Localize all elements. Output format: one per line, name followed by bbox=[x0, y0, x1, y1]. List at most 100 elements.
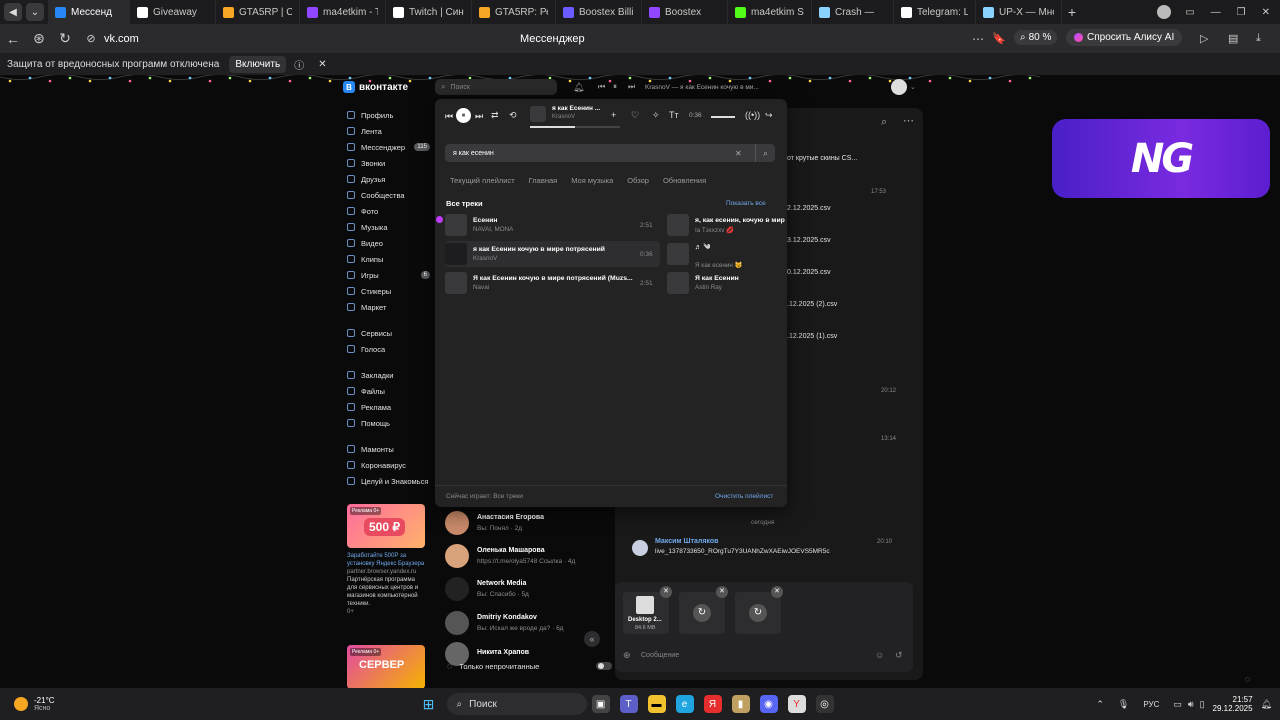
browser-tab[interactable]: GTA5RP | Ста bbox=[216, 0, 300, 24]
more-icon[interactable]: ⋯ bbox=[972, 32, 984, 46]
network-icon[interactable]: ▭ bbox=[1173, 699, 1182, 710]
contact-item[interactable]: Анастасия Егорова Вы: Понял · 2д bbox=[445, 508, 605, 538]
user-avatar[interactable] bbox=[891, 79, 907, 95]
menu-item[interactable]: Сервисы bbox=[347, 325, 432, 341]
prev-icon[interactable]: ⏮︎ bbox=[598, 82, 605, 92]
repeat-icon[interactable]: ⟲ bbox=[509, 110, 517, 121]
file-message[interactable]: 2.12.2025.csv bbox=[787, 205, 831, 212]
menu-item[interactable]: Звонки bbox=[347, 155, 432, 171]
teams-icon[interactable]: T bbox=[619, 695, 638, 713]
browser-tab[interactable]: Telegram: Lau bbox=[894, 0, 976, 24]
track-row[interactable]: Есенин NAVAI, MONA bbox=[445, 212, 660, 238]
attachment-loading[interactable]: ↻ bbox=[679, 592, 725, 634]
chat-search-icon[interactable]: ⌕ bbox=[881, 116, 887, 129]
music-tab[interactable]: Главная bbox=[529, 176, 558, 185]
message-input[interactable]: Сообщение bbox=[641, 652, 679, 659]
progress-bar[interactable] bbox=[530, 126, 620, 128]
file-message[interactable]: .12.2025 (2).csv bbox=[787, 301, 837, 308]
clock[interactable]: 21:57 29.12.2025 bbox=[1213, 695, 1253, 713]
menu-item[interactable]: Мамонты bbox=[347, 441, 432, 457]
enable-protection-button[interactable]: Включить bbox=[229, 55, 287, 73]
attachment-loading[interactable]: ↻ bbox=[735, 592, 781, 634]
file-message[interactable]: 0.12.2025.csv bbox=[787, 269, 831, 276]
sound-icon[interactable]: ◀ bbox=[4, 3, 22, 21]
music-tab[interactable]: Моя музыка bbox=[571, 176, 613, 185]
battery-icon[interactable]: ▯ bbox=[1200, 699, 1205, 710]
sender-name[interactable]: Максим Шталяков bbox=[655, 538, 718, 545]
browser-tab[interactable]: ma4etkim - Tw bbox=[300, 0, 386, 24]
menu-item[interactable]: Лента bbox=[347, 123, 432, 139]
weather-icon[interactable] bbox=[14, 697, 28, 711]
next-icon[interactable]: ⏭︎ bbox=[628, 82, 635, 92]
steam-icon[interactable]: ◎ bbox=[815, 695, 834, 713]
browser-tab[interactable]: Twitch | Сини bbox=[386, 0, 472, 24]
track-row[interactable]: я как Есенин кочую в мире потрясений Kras… bbox=[445, 241, 660, 267]
mic-icon[interactable]: 🎙︎ bbox=[1118, 699, 1129, 710]
music-tab[interactable]: Обзор bbox=[627, 176, 649, 185]
ad-block-2[interactable]: Реклама 0+ СЕРВЕР bbox=[347, 645, 425, 688]
maximize-icon[interactable]: ❐ bbox=[1237, 7, 1246, 18]
shuffle-icon[interactable]: ⇄ bbox=[491, 110, 499, 121]
pause-icon[interactable]: ⏸︎ bbox=[613, 82, 617, 92]
contact-item[interactable]: Dmitriy Kondakov Вы: Искал же вроде да? ·… bbox=[445, 608, 605, 638]
remove-attachment-icon[interactable]: ✕ bbox=[660, 586, 672, 598]
clear-playlist-link[interactable]: Очистить плейлист bbox=[715, 493, 773, 500]
browser-tab[interactable]: Boostex Billin bbox=[556, 0, 642, 24]
lyrics-icon[interactable]: Tт bbox=[669, 110, 679, 120]
yandex-icon[interactable]: Я bbox=[703, 695, 722, 713]
avatar[interactable] bbox=[632, 540, 648, 556]
tab-list-chevron-icon[interactable]: ⌄ bbox=[26, 3, 44, 21]
voice-icon[interactable]: ↺ bbox=[895, 650, 903, 661]
volume-icon[interactable]: 🔊︎ bbox=[1188, 699, 1194, 710]
discord-icon[interactable]: ◉ bbox=[759, 695, 778, 713]
chevron-down-icon[interactable]: ⌄ bbox=[910, 83, 916, 91]
windows-start-icon[interactable]: ⊞ bbox=[420, 695, 438, 713]
contact-item[interactable]: Оленька Машарова https://t.me/olya5748 Сс… bbox=[445, 541, 605, 571]
music-tab[interactable]: Текущий плейлист bbox=[450, 176, 515, 185]
tabs-icon[interactable]: ▭ bbox=[1185, 7, 1194, 18]
next-track-icon[interactable]: ⏭︎ bbox=[475, 111, 483, 122]
menu-item[interactable]: Файлы bbox=[347, 383, 432, 399]
emoji-icon[interactable]: ☺ bbox=[875, 650, 884, 660]
menu-item[interactable]: Клипы bbox=[347, 251, 432, 267]
reload-icon[interactable]: ↻ bbox=[52, 30, 78, 47]
pause-button[interactable]: ⏸︎ bbox=[456, 108, 471, 123]
menu-item[interactable]: Музыка bbox=[347, 219, 432, 235]
broadcast-icon[interactable]: ((•)) bbox=[745, 110, 760, 120]
menu-item[interactable]: Целуй и Знакомься bbox=[347, 473, 432, 489]
menu-item[interactable]: Игры 6 bbox=[347, 267, 432, 283]
track-row[interactable]: Я как Есенин Astin Ray bbox=[667, 270, 785, 296]
sidebar-icon[interactable]: ▤ bbox=[1228, 32, 1238, 45]
alice-button[interactable]: Спросить Алису AI bbox=[1066, 29, 1183, 46]
track-row[interactable]: я, как есенин, кочую в мире п Ia Tзxxzxv … bbox=[667, 212, 785, 238]
profile-icon[interactable] bbox=[1157, 5, 1172, 19]
vk-search-input[interactable]: ⌕ Поиск bbox=[435, 79, 557, 95]
file-message[interactable]: .12.2025 (1).csv bbox=[787, 333, 837, 340]
yandex-browser-icon[interactable]: Y bbox=[787, 695, 806, 713]
vk-logo-text[interactable]: вконтакте bbox=[359, 82, 408, 93]
browser-tab[interactable]: ma4etkim Stre bbox=[728, 0, 812, 24]
bookmark-icon[interactable]: 🔖 bbox=[992, 32, 1006, 45]
browser-tab[interactable]: Мессенд bbox=[48, 0, 130, 24]
contact-item[interactable]: Network Media Вы: Спасибо · 5д bbox=[445, 574, 605, 604]
taskbar-search[interactable]: ⌕ Поиск bbox=[446, 693, 587, 715]
menu-item[interactable]: Друзья bbox=[347, 171, 432, 187]
new-tab-button[interactable]: + bbox=[1062, 4, 1082, 20]
menu-item[interactable]: Профиль bbox=[347, 107, 432, 123]
remove-attachment-icon[interactable]: ✕ bbox=[716, 586, 728, 598]
clear-search-icon[interactable]: ✕ bbox=[735, 149, 742, 158]
close-window-icon[interactable]: ✕ bbox=[1262, 7, 1270, 18]
menu-item[interactable]: Закладки bbox=[347, 367, 432, 383]
shield-icon[interactable]: ⊛ bbox=[26, 30, 52, 47]
minimize-icon[interactable]: — bbox=[1211, 7, 1221, 18]
lock-icon[interactable]: ⊘ bbox=[78, 32, 104, 45]
menu-item[interactable]: Видео bbox=[347, 235, 432, 251]
collapse-icon[interactable]: « bbox=[584, 631, 600, 647]
browser-tab[interactable]: UP-X — Мног bbox=[976, 0, 1062, 24]
menu-item[interactable]: Помощь bbox=[347, 415, 432, 431]
music-search-input[interactable]: я как есенин ✕ ⌕ bbox=[445, 144, 775, 162]
file-message[interactable]: 3.12.2025.csv bbox=[787, 237, 831, 244]
remove-attachment-icon[interactable]: ✕ bbox=[771, 586, 783, 598]
show-all-link[interactable]: Показать все bbox=[726, 200, 766, 207]
menu-item[interactable]: Голоса bbox=[347, 341, 432, 357]
